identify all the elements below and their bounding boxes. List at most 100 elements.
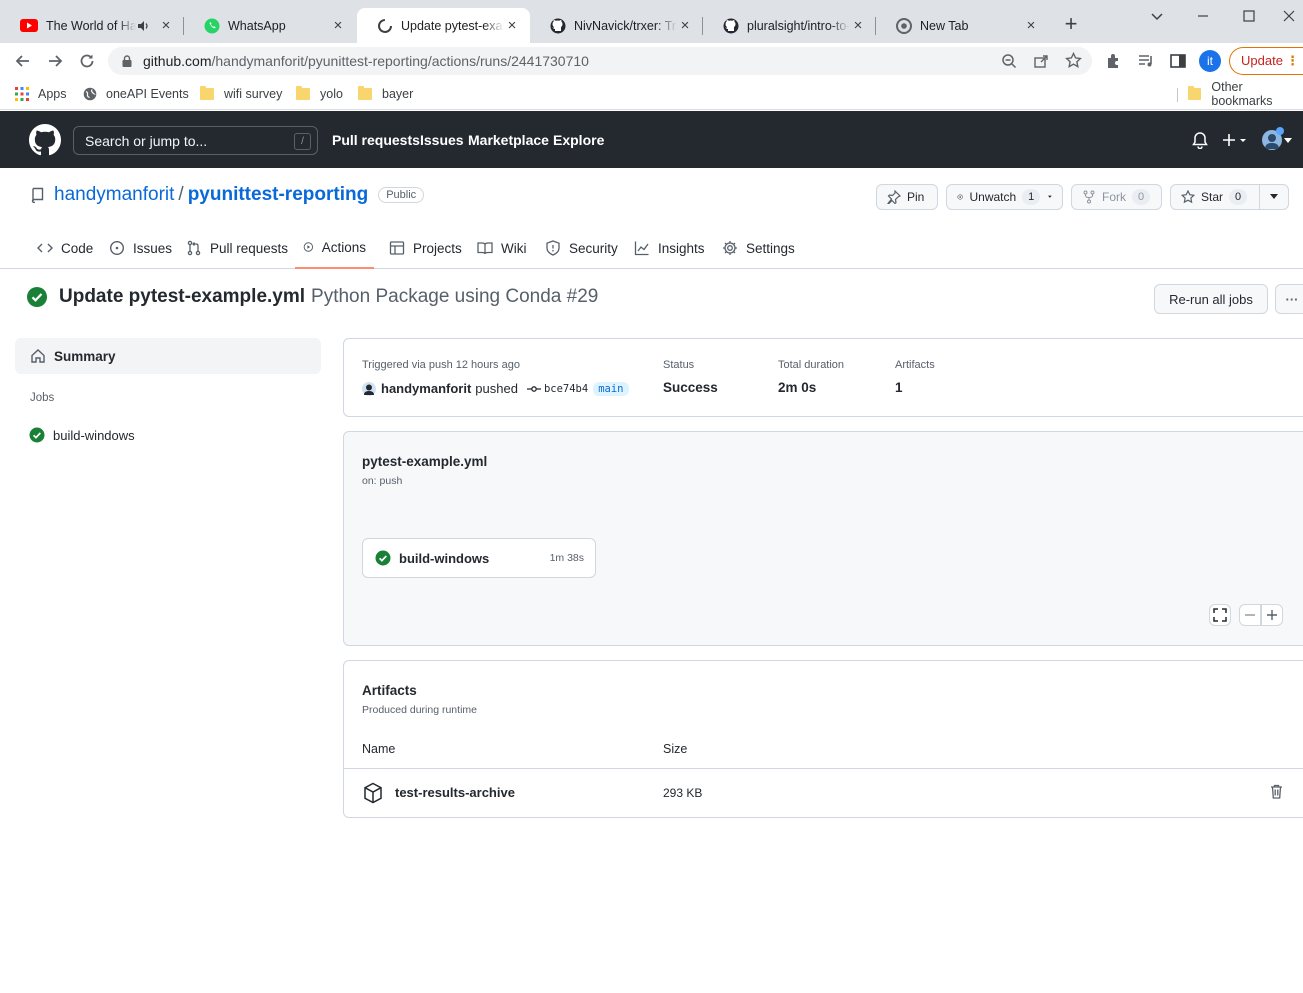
unwatch-button[interactable]: Unwatch 1 — [946, 184, 1063, 210]
kebab-menu-icon[interactable]: ⋮ — [1286, 48, 1299, 74]
git-commit-icon — [526, 385, 541, 392]
create-new-plus-icon[interactable] — [1222, 131, 1248, 149]
fork-button[interactable]: Fork 0 — [1071, 184, 1162, 210]
search-placeholder: Search or jump to... — [85, 133, 208, 149]
maximize-icon[interactable] — [1239, 6, 1259, 26]
tab-actions[interactable]: Actions — [295, 227, 374, 269]
forward-icon[interactable] — [45, 51, 65, 71]
nav-explore[interactable]: Explore — [553, 132, 604, 148]
fullscreen-button[interactable] — [1209, 604, 1231, 626]
close-tab-icon[interactable]: × — [330, 17, 346, 34]
pin-button[interactable]: Pin — [876, 184, 938, 210]
speaker-icon[interactable] — [136, 19, 150, 33]
tab-label: Projects — [413, 240, 462, 256]
workflow-job-card[interactable]: build-windows 1m 38s — [362, 538, 596, 578]
browser-tab-active[interactable]: Update pytest-exam × — [357, 8, 530, 43]
back-icon[interactable] — [13, 51, 33, 71]
tab-pull-requests[interactable]: Pull requests — [178, 227, 296, 269]
nav-pull-requests[interactable]: Pull requests — [332, 132, 420, 148]
tab-label: Security — [569, 240, 618, 256]
close-tab-icon[interactable]: × — [504, 17, 520, 34]
bookmark-apps[interactable]: Apps — [15, 86, 67, 102]
repo-owner-link[interactable]: handymanforit — [54, 184, 174, 206]
media-control-icon[interactable] — [1136, 51, 1156, 71]
zoom-out-icon[interactable] — [1001, 53, 1017, 69]
actor-link[interactable]: handymanforit — [381, 381, 471, 396]
minimize-icon[interactable] — [1193, 6, 1213, 26]
artifact-name-link[interactable]: test-results-archive — [395, 785, 515, 800]
github-logo-icon[interactable] — [29, 124, 61, 156]
artifacts-count-value[interactable]: 1 — [895, 380, 903, 395]
jobs-heading: Jobs — [30, 392, 55, 404]
bookmarks-bar: Apps oneAPI Events wifi survey yolo baye… — [0, 79, 1303, 110]
zoom-out-button[interactable] — [1239, 604, 1261, 626]
tab-title: NivNavick/trxer: Tran — [574, 18, 677, 33]
loading-icon — [378, 18, 392, 33]
eye-icon — [957, 194, 964, 200]
chrome-update-button[interactable]: Update ⋮ — [1229, 47, 1303, 75]
new-tab-button[interactable]: + — [1060, 13, 1082, 36]
sidebar-job-build-windows[interactable]: build-windows — [29, 427, 135, 443]
tab-insights[interactable]: Insights — [626, 227, 713, 269]
tab-settings[interactable]: Settings — [714, 227, 803, 269]
extensions-puzzle-icon[interactable] — [1104, 51, 1124, 71]
rerun-all-jobs-button[interactable]: Re-run all jobs — [1154, 284, 1268, 314]
bookmark-yolo[interactable]: yolo — [296, 86, 343, 102]
star-list-dropdown[interactable] — [1259, 184, 1289, 210]
browser-tab-whatsapp[interactable]: WhatsApp × — [184, 8, 356, 43]
update-label: Update — [1241, 53, 1283, 68]
close-window-icon[interactable] — [1279, 6, 1299, 26]
trash-icon[interactable] — [1270, 784, 1283, 799]
tab-code[interactable]: Code — [29, 227, 101, 269]
lock-icon[interactable] — [120, 54, 134, 68]
repo-name-link[interactable]: pyunittest-reporting — [188, 184, 369, 206]
tab-title: New Tab — [920, 18, 969, 33]
close-tab-icon[interactable]: × — [158, 17, 174, 34]
visibility-badge: Public — [378, 187, 425, 203]
tab-wiki[interactable]: Wiki — [469, 227, 535, 269]
tab-projects[interactable]: Projects — [381, 227, 470, 269]
close-tab-icon[interactable]: × — [677, 17, 693, 34]
close-tab-icon[interactable]: × — [850, 17, 866, 34]
user-avatar-icon — [362, 381, 376, 396]
more-options-button[interactable]: ··· — [1275, 284, 1303, 314]
nav-issues[interactable]: Issues — [420, 132, 464, 148]
address-bar[interactable]: github.com/handymanforit/pyunittest-repo… — [108, 47, 1092, 75]
artifacts-subtitle: Produced during runtime — [362, 704, 477, 716]
browser-tab-youtube[interactable]: The World of Ha × — [0, 8, 184, 43]
branch-badge[interactable]: main — [593, 381, 629, 396]
zoom-in-button[interactable] — [1261, 604, 1283, 626]
tab-search-icon[interactable] — [1147, 6, 1167, 26]
minus-icon — [1245, 614, 1255, 616]
bookmark-star-icon[interactable] — [1065, 52, 1082, 69]
run-header: Update pytest-example.yml Python Package… — [26, 286, 598, 308]
star-button[interactable]: Star 0 — [1170, 184, 1260, 210]
close-tab-icon[interactable]: × — [1023, 17, 1039, 34]
share-icon[interactable] — [1033, 53, 1049, 69]
tab-issues[interactable]: Issues — [101, 227, 180, 269]
browser-tab-new-tab[interactable]: New Tab × — [876, 8, 1049, 43]
profile-avatar[interactable]: it — [1199, 50, 1221, 72]
commit-sha-link[interactable]: bce74b4 — [544, 383, 588, 395]
browser-tab-github-pluralsight[interactable]: pluralsight/intro-to-p × — [703, 8, 876, 43]
browser-tab-github-trxer[interactable]: NivNavick/trxer: Tran × — [530, 8, 703, 43]
other-bookmarks[interactable]: Other bookmarks — [1188, 80, 1303, 108]
nav-marketplace[interactable]: Marketplace — [468, 132, 549, 148]
issue-opened-icon — [109, 240, 125, 256]
side-panel-icon[interactable] — [1168, 51, 1188, 71]
tab-label: Actions — [321, 239, 366, 255]
reload-icon[interactable] — [77, 51, 97, 71]
push-action: pushed — [475, 381, 518, 396]
sidebar-summary-item[interactable]: Summary — [15, 338, 321, 374]
notification-bell-icon[interactable] — [1191, 131, 1209, 149]
bookmark-oneapi-events[interactable]: oneAPI Events — [83, 86, 189, 102]
bookmark-bayer[interactable]: bayer — [358, 86, 413, 102]
star-count: 0 — [1229, 189, 1248, 205]
avatar-status-dot — [1276, 127, 1284, 135]
tab-security[interactable]: Security — [537, 227, 626, 269]
caret-down-icon[interactable] — [1284, 138, 1292, 144]
success-check-circle-icon — [29, 427, 45, 443]
repo-nav-tabs: Code Issues Pull requests Actions Projec… — [0, 227, 1303, 269]
bookmark-wifi-survey[interactable]: wifi survey — [200, 86, 282, 102]
github-search-input[interactable]: Search or jump to... / — [73, 126, 318, 155]
